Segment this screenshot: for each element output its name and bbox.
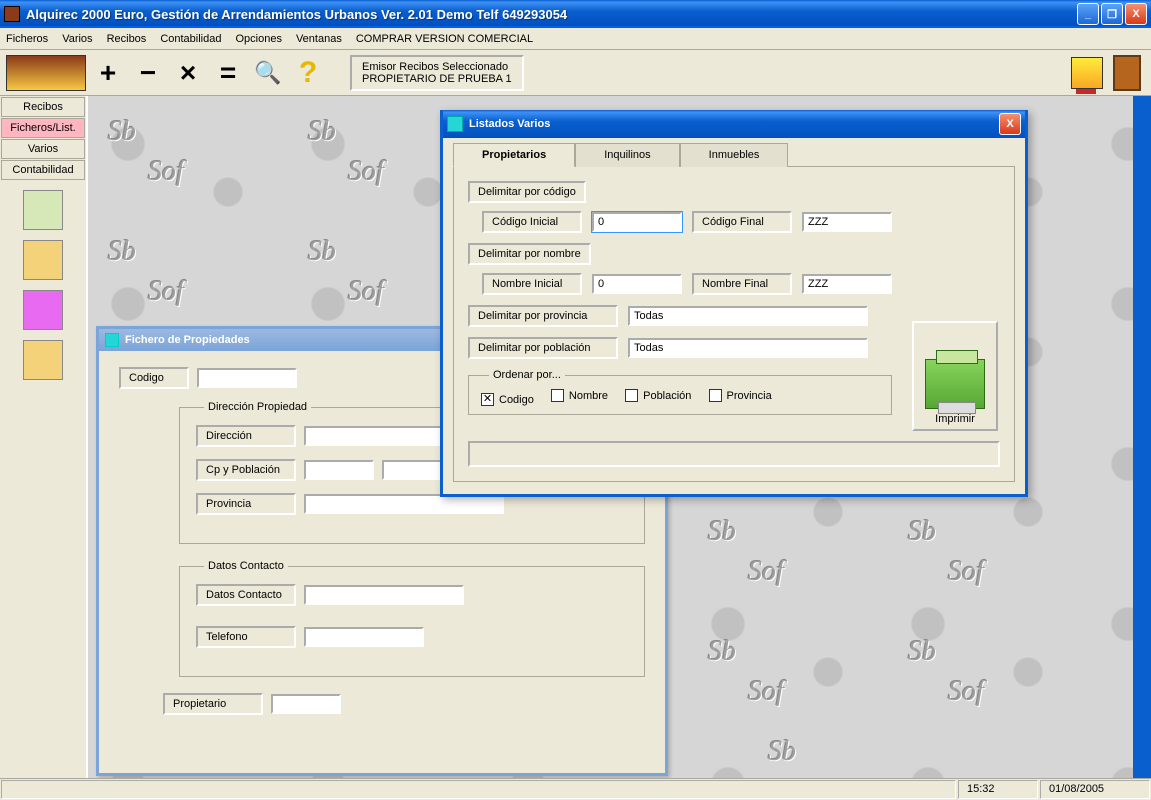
- cp-label: Cp y Población: [196, 459, 296, 481]
- telefono-input[interactable]: [304, 627, 424, 647]
- menu-recibos[interactable]: Recibos: [107, 33, 147, 45]
- nav-varios[interactable]: Varios: [1, 139, 85, 159]
- sidebar-icon-1[interactable]: [23, 190, 63, 230]
- menu-ficheros[interactable]: Ficheros: [6, 33, 48, 45]
- ordenar-nombre-checkbox[interactable]: Nombre: [551, 389, 608, 402]
- nav-contabilidad[interactable]: Contabilidad: [1, 160, 85, 180]
- emisor-line2: PROPIETARIO DE PRUEBA 1: [362, 73, 512, 85]
- menu-comprar[interactable]: COMPRAR VERSION COMERCIAL: [356, 33, 533, 45]
- menu-varios[interactable]: Varios: [62, 33, 92, 45]
- datos-contacto-input[interactable]: [304, 585, 464, 605]
- sidebar-icon-2[interactable]: [23, 240, 63, 280]
- status-message: [1, 780, 956, 799]
- delim-poblacion-label: Delimitar por población: [468, 337, 618, 359]
- provincia-input[interactable]: [304, 494, 504, 514]
- cp-input[interactable]: [304, 460, 374, 480]
- propietario-label: Propietario: [163, 693, 263, 715]
- monitor-button[interactable]: [1069, 55, 1105, 91]
- toolbar: + − × = 🔍 ? Emisor Recibos Seleccionado …: [0, 50, 1151, 96]
- ordenar-provincia-checkbox[interactable]: Provincia: [709, 389, 772, 402]
- menu-contabilidad[interactable]: Contabilidad: [160, 33, 221, 45]
- nombre-final-label: Nombre Final: [692, 273, 792, 295]
- codigo-inicial-input[interactable]: [592, 212, 682, 232]
- minus-button[interactable]: −: [130, 55, 166, 91]
- nombre-final-input[interactable]: [802, 274, 892, 294]
- toolbar-image-button[interactable]: [6, 55, 86, 91]
- ordenar-poblacion-checkbox[interactable]: Población: [625, 389, 691, 402]
- printer-icon: [925, 359, 985, 409]
- imprimir-label: Imprimir: [914, 413, 996, 425]
- dialog-status-box: [468, 441, 1000, 467]
- nombre-inicial-input[interactable]: [592, 274, 682, 294]
- menu-bar: Ficheros Varios Recibos Contabilidad Opc…: [0, 28, 1151, 50]
- close-button[interactable]: X: [1125, 3, 1147, 25]
- status-time: 15:32: [958, 780, 1038, 799]
- tab-panel-propietarios: Delimitar por código Código Inicial Códi…: [453, 166, 1015, 482]
- nombre-inicial-label: Nombre Inicial: [482, 273, 582, 295]
- poblacion-filter-input[interactable]: [628, 338, 868, 358]
- menu-opciones[interactable]: Opciones: [235, 33, 281, 45]
- sidebar-icon-3[interactable]: [23, 290, 63, 330]
- provincia-filter-input[interactable]: [628, 306, 868, 326]
- search-button[interactable]: 🔍: [250, 55, 286, 91]
- scroll-up-button[interactable]: ▲: [1134, 96, 1151, 114]
- multiply-button[interactable]: ×: [170, 55, 206, 91]
- window-title: Alquirec 2000 Euro, Gestión de Arrendami…: [26, 7, 1075, 22]
- plus-button[interactable]: +: [90, 55, 126, 91]
- codigo-label: Codigo: [119, 367, 189, 389]
- sidebar: Recibos Ficheros/List. Varios Contabilid…: [0, 96, 88, 778]
- fichero-window-icon: [105, 333, 119, 347]
- tab-inmuebles[interactable]: Inmuebles: [680, 143, 789, 167]
- exit-button[interactable]: [1109, 55, 1145, 91]
- dialog-title-text: Listados Varios: [469, 118, 550, 130]
- status-date: 01/08/2005: [1040, 780, 1150, 799]
- nav-ficheros[interactable]: Ficheros/List.: [1, 118, 85, 138]
- monitor-icon: [1071, 57, 1103, 89]
- scroll-down-button[interactable]: ▼: [1134, 760, 1151, 778]
- app-icon: [4, 6, 20, 22]
- listados-dialog: Listados Varios X Propietarios Inquilino…: [440, 110, 1028, 497]
- vertical-scrollbar[interactable]: ▲ ▼: [1133, 96, 1151, 778]
- provincia-label: Provincia: [196, 493, 296, 515]
- maximize-button[interactable]: ❐: [1101, 3, 1123, 25]
- ordenar-legend: Ordenar por...: [489, 369, 565, 381]
- minimize-button[interactable]: _: [1077, 3, 1099, 25]
- title-bar: Alquirec 2000 Euro, Gestión de Arrendami…: [0, 0, 1151, 28]
- imprimir-button[interactable]: Imprimir: [912, 321, 998, 431]
- direccion-label: Dirección: [196, 425, 296, 447]
- delim-provincia-label: Delimitar por provincia: [468, 305, 618, 327]
- datos-legend: Datos Contacto: [204, 560, 288, 572]
- status-bar: 15:32 01/08/2005: [0, 778, 1151, 800]
- mdi-area: Sb Sof Sb Sof Sb Sof Sb Sof Sb Sof Sb So…: [88, 96, 1151, 778]
- tab-propietarios[interactable]: Propietarios: [453, 143, 575, 167]
- sidebar-icon-4[interactable]: [23, 340, 63, 380]
- codigo-input[interactable]: [197, 368, 297, 388]
- codigo-final-label: Código Final: [692, 211, 792, 233]
- codigo-inicial-label: Código Inicial: [482, 211, 582, 233]
- menu-ventanas[interactable]: Ventanas: [296, 33, 342, 45]
- door-icon: [1113, 55, 1141, 91]
- dialog-tabs: Propietarios Inquilinos Inmuebles: [453, 142, 1015, 166]
- dialog-icon: [447, 116, 463, 132]
- help-button[interactable]: ?: [290, 55, 326, 91]
- ordenar-group: Ordenar por... ✕Codigo Nombre Población …: [468, 369, 892, 415]
- delim-codigo-label: Delimitar por código: [468, 181, 586, 203]
- magnifier-icon: 🔍: [254, 60, 281, 86]
- tab-inquilinos[interactable]: Inquilinos: [575, 143, 679, 167]
- propietario-input[interactable]: [271, 694, 341, 714]
- fichero-title-text: Fichero de Propiedades: [125, 334, 250, 346]
- emisor-panel: Emisor Recibos Seleccionado PROPIETARIO …: [350, 55, 524, 91]
- datos-group: Datos Contacto Datos Contacto Telefono: [179, 560, 645, 677]
- emisor-line1: Emisor Recibos Seleccionado: [362, 61, 512, 73]
- ordenar-codigo-checkbox[interactable]: ✕Codigo: [481, 393, 534, 406]
- direccion-legend: Dirección Propiedad: [204, 401, 311, 413]
- dialog-title-bar[interactable]: Listados Varios X: [443, 110, 1025, 138]
- equals-button[interactable]: =: [210, 55, 246, 91]
- datos-contacto-label: Datos Contacto: [196, 584, 296, 606]
- telefono-label: Telefono: [196, 626, 296, 648]
- delim-nombre-label: Delimitar por nombre: [468, 243, 591, 265]
- dialog-close-button[interactable]: X: [999, 113, 1021, 135]
- codigo-final-input[interactable]: [802, 212, 892, 232]
- nav-recibos[interactable]: Recibos: [1, 97, 85, 117]
